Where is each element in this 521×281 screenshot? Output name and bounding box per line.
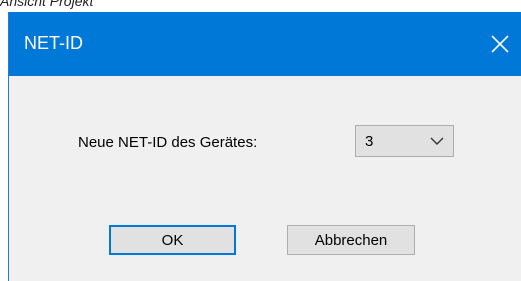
cancel-button[interactable]: Abbrechen xyxy=(287,225,415,255)
net-id-select[interactable]: 3 xyxy=(355,125,454,157)
ok-button[interactable]: OK xyxy=(109,225,236,255)
close-icon xyxy=(491,35,509,53)
dialog-title: NET-ID xyxy=(24,33,84,53)
close-button[interactable] xyxy=(478,12,521,76)
net-id-select-value: 3 xyxy=(365,133,374,150)
chevron-down-icon xyxy=(430,137,444,145)
caption-text: Ansicht Projekt xyxy=(0,0,94,9)
title-bar: NET-ID xyxy=(9,12,521,76)
net-id-dialog: NET-ID Neue NET-ID des Gerätes: 3 OK Abb… xyxy=(8,12,521,281)
net-id-label: Neue NET-ID des Gerätes: xyxy=(78,134,258,151)
